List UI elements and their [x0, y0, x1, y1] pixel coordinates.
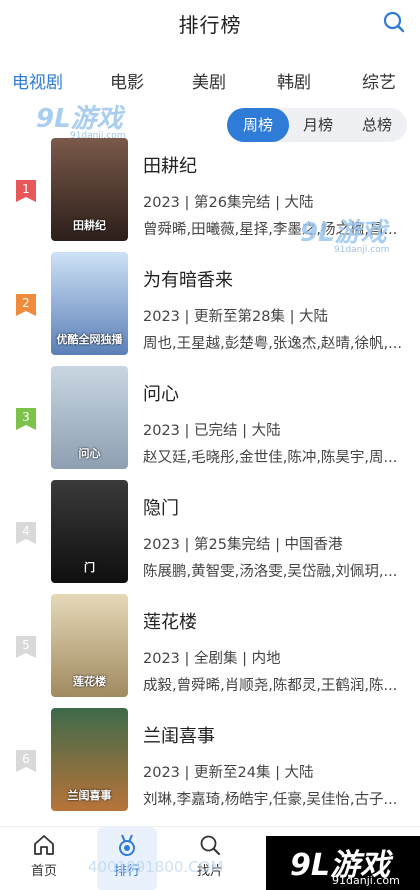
nav-home[interactable]: 首页: [14, 827, 74, 890]
nav-home-label: 首页: [30, 864, 57, 879]
item-meta: 2023 | 第25集完结 | 中国香港: [143, 537, 343, 553]
rank-number: 4: [22, 524, 30, 538]
tab-tv-series[interactable]: 电视剧: [12, 68, 63, 93]
rank-flag: 1: [16, 180, 38, 202]
poster-caption: 门: [84, 561, 95, 574]
item-cast: 赵又廷,毛晓彤,金世佳,陈冲,陈昊宇,周...: [143, 450, 398, 466]
rank-flag: 2: [16, 294, 38, 316]
rank-number: 3: [22, 410, 30, 424]
home-icon: [34, 835, 54, 855]
search-icon: [200, 835, 220, 855]
list-item[interactable]: 2 优酷全网独播 为有暗香来 2023 | 更新至第28集 | 大陆 周也,王星…: [0, 252, 420, 356]
list-item[interactable]: 4 门 隐门 2023 | 第25集完结 | 中国香港 陈展鹏,黄智雯,汤洛雯,…: [0, 480, 420, 584]
overlay-phone-text: 4001891800.COM: [88, 858, 224, 876]
header: 排行榜: [0, 0, 420, 48]
watermark-logo: 9L游戏 91danji.com: [36, 98, 125, 141]
page-title: 排行榜: [178, 13, 242, 37]
rank-number: 1: [22, 182, 30, 196]
item-title[interactable]: 为有暗香来: [143, 266, 233, 292]
poster-caption: 兰闺喜事: [67, 789, 112, 802]
poster-caption: 莲花楼: [73, 675, 106, 688]
poster[interactable]: 门: [51, 480, 128, 583]
item-title[interactable]: 隐门: [143, 494, 179, 520]
watermark-domain-2: 91danji.com: [334, 245, 390, 255]
period-overall[interactable]: 总榜: [347, 108, 407, 142]
tab-variety[interactable]: 综艺: [362, 68, 396, 93]
rank-number: 2: [22, 296, 30, 310]
watermark-logo-text-2: 9L游戏: [300, 218, 387, 248]
item-cast: 成毅,曾舜晞,肖顺尧,陈都灵,王鹤润,陈...: [143, 678, 398, 694]
poster[interactable]: 问心: [51, 366, 128, 469]
item-cast: 刘琳,李嘉琦,杨皓宇,任豪,吴佳怡,古子...: [143, 792, 398, 808]
item-title[interactable]: 兰闺喜事: [143, 722, 215, 748]
item-meta: 2023 | 第26集完结 | 大陆: [143, 195, 314, 211]
search-button[interactable]: [382, 10, 406, 34]
item-meta: 2023 | 更新至第28集 | 大陆: [143, 309, 329, 325]
list-item[interactable]: 6 兰闺喜事 兰闺喜事 2023 | 更新至24集 | 大陆 刘琳,李嘉琦,杨皓…: [0, 708, 420, 812]
item-title[interactable]: 莲花楼: [143, 608, 197, 634]
category-tabs: 电视剧 电影 美剧 韩剧 综艺: [0, 64, 420, 98]
item-title[interactable]: 问心: [143, 380, 179, 406]
poster-caption: 田耕纪: [73, 219, 106, 232]
poster-caption: 问心: [78, 447, 101, 460]
period-switch: 周榜 月榜 总榜: [227, 108, 407, 142]
rank-flag: 6: [16, 750, 38, 772]
rank-number: 5: [22, 638, 30, 652]
tab-movies[interactable]: 电影: [110, 68, 144, 93]
poster[interactable]: 兰闺喜事: [51, 708, 128, 811]
item-cast: 周也,王星越,彭楚粤,张逸杰,赵晴,徐帆,...: [143, 336, 402, 352]
rank-number: 6: [22, 752, 30, 766]
list-item[interactable]: 5 莲花楼 莲花楼 2023 | 全剧集 | 内地 成毅,曾舜晞,肖顺尧,陈都灵…: [0, 594, 420, 698]
period-weekly[interactable]: 周榜: [227, 108, 289, 142]
item-meta: 2023 | 已完结 | 大陆: [143, 423, 281, 439]
poster[interactable]: 莲花楼: [51, 594, 128, 697]
rank-flag: 4: [16, 522, 38, 544]
list-item[interactable]: 3 问心 问心 2023 | 已完结 | 大陆 赵又廷,毛晓彤,金世佳,陈冲,陈…: [0, 366, 420, 470]
item-cast: 陈展鹏,黄智雯,汤洛雯,吴岱融,刘佩玥,...: [143, 564, 398, 580]
tab-us-series[interactable]: 美剧: [192, 68, 226, 93]
poster[interactable]: 田耕纪: [51, 138, 128, 241]
rank-flag: 3: [16, 408, 38, 430]
brand-url: 91danji.com: [332, 874, 400, 887]
poster[interactable]: 优酷全网独播: [51, 252, 128, 355]
brand-badge: 9L游戏 91danji.com: [266, 836, 420, 890]
search-icon: [383, 11, 405, 33]
watermark-logo-2: 9L游戏 91danji.com: [300, 212, 389, 255]
tab-korean-series[interactable]: 韩剧: [277, 68, 311, 93]
item-title[interactable]: 田耕纪: [143, 152, 197, 178]
item-meta: 2023 | 全剧集 | 内地: [143, 651, 281, 667]
rank-flag: 5: [16, 636, 38, 658]
item-meta: 2023 | 更新至24集 | 大陆: [143, 765, 314, 781]
medal-icon: [119, 834, 135, 856]
period-monthly[interactable]: 月榜: [289, 108, 347, 142]
watermark-logo-text: 9L游戏: [36, 104, 123, 134]
poster-caption: 优酷全网独播: [56, 333, 123, 346]
